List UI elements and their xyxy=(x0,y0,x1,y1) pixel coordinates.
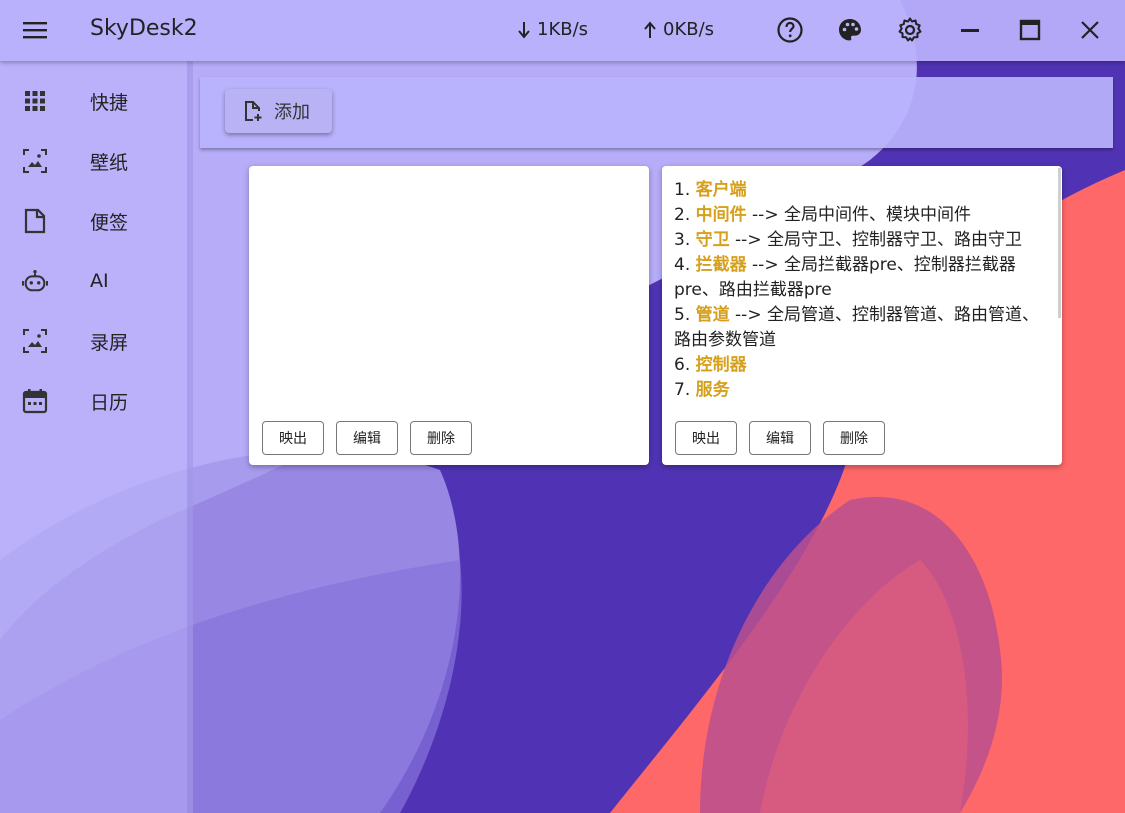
help-icon[interactable] xyxy=(775,15,805,45)
wallpaper-icon xyxy=(22,148,48,174)
sidebar-item-label: 日历 xyxy=(90,391,129,414)
note-line: 4. 拦截器 --> 全局拦截器pre、控制器拦截器pre、路由拦截器pre xyxy=(674,255,1016,300)
minimize-icon[interactable] xyxy=(955,15,985,45)
note-content[interactable] xyxy=(261,178,639,404)
arrow-down-icon xyxy=(518,21,530,39)
sidebar-item-label: 壁纸 xyxy=(90,151,129,174)
calendar-icon xyxy=(22,388,48,414)
sidebar: 快捷 壁纸 便签 AI 录屏 日历 xyxy=(0,61,193,813)
app-title: SkyDesk2 xyxy=(90,16,198,41)
sidebar-item-label: AI xyxy=(90,270,109,292)
screen-record-icon xyxy=(22,328,48,354)
note-content[interactable]: 1. 客户端 2. 中间件 --> 全局中间件、模块中间件 3. 守卫 --> … xyxy=(674,178,1052,404)
robot-icon xyxy=(22,268,48,294)
export-button[interactable]: 映出 xyxy=(262,421,324,455)
upload-speed: 0KB/s xyxy=(643,19,714,40)
add-note-label: 添加 xyxy=(274,102,310,123)
delete-button[interactable]: 删除 xyxy=(823,421,885,455)
delete-button[interactable]: 删除 xyxy=(410,421,472,455)
sidebar-item-shortcuts[interactable]: 快捷 xyxy=(0,71,187,131)
close-icon[interactable] xyxy=(1075,15,1105,45)
sidebar-item-label: 快捷 xyxy=(90,91,129,114)
note-line: 3. 守卫 --> 全局守卫、控制器守卫、路由守卫 xyxy=(674,230,1022,250)
note-card: 1. 客户端 2. 中间件 --> 全局中间件、模块中间件 3. 守卫 --> … xyxy=(662,166,1062,465)
menu-icon[interactable] xyxy=(20,15,50,45)
add-file-icon xyxy=(245,101,262,121)
notes-toolbar: 添加 xyxy=(200,77,1113,148)
download-speed-value: 1KB/s xyxy=(537,19,589,40)
note-line: 6. 控制器 xyxy=(674,355,747,375)
note-line: 2. 中间件 --> 全局中间件、模块中间件 xyxy=(674,205,971,225)
add-note-button[interactable]: 添加 xyxy=(225,89,332,133)
sidebar-item-wallpaper[interactable]: 壁纸 xyxy=(0,131,187,191)
grid-icon xyxy=(22,88,48,114)
maximize-icon[interactable] xyxy=(1015,15,1045,45)
note-icon xyxy=(22,208,48,234)
note-scrollbar[interactable] xyxy=(1058,168,1061,318)
upload-speed-value: 0KB/s xyxy=(663,19,715,40)
note-line: 7. 服务 xyxy=(674,380,730,400)
sidebar-item-ai[interactable]: AI xyxy=(0,251,187,311)
sidebar-item-label: 录屏 xyxy=(90,331,129,354)
palette-icon[interactable] xyxy=(835,15,865,45)
arrow-up-icon xyxy=(644,20,656,38)
edit-button[interactable]: 编辑 xyxy=(336,421,398,455)
settings-gear-icon[interactable] xyxy=(895,15,925,45)
note-line: 1. 客户端 xyxy=(674,180,747,200)
note-card: 映出 编辑 删除 xyxy=(249,166,649,465)
sidebar-item-calendar[interactable]: 日历 xyxy=(0,371,187,431)
sidebar-item-notes[interactable]: 便签 xyxy=(0,191,187,251)
sidebar-item-screen-record[interactable]: 录屏 xyxy=(0,311,187,371)
download-speed: 1KB/s xyxy=(517,19,588,40)
edit-button[interactable]: 编辑 xyxy=(749,421,811,455)
title-bar: SkyDesk2 1KB/s 0KB/s xyxy=(0,0,1125,61)
note-line: 5. 管道 --> 全局管道、控制器管道、路由管道、路由参数管道 xyxy=(674,305,1039,350)
sidebar-item-label: 便签 xyxy=(90,211,129,234)
export-button[interactable]: 映出 xyxy=(675,421,737,455)
